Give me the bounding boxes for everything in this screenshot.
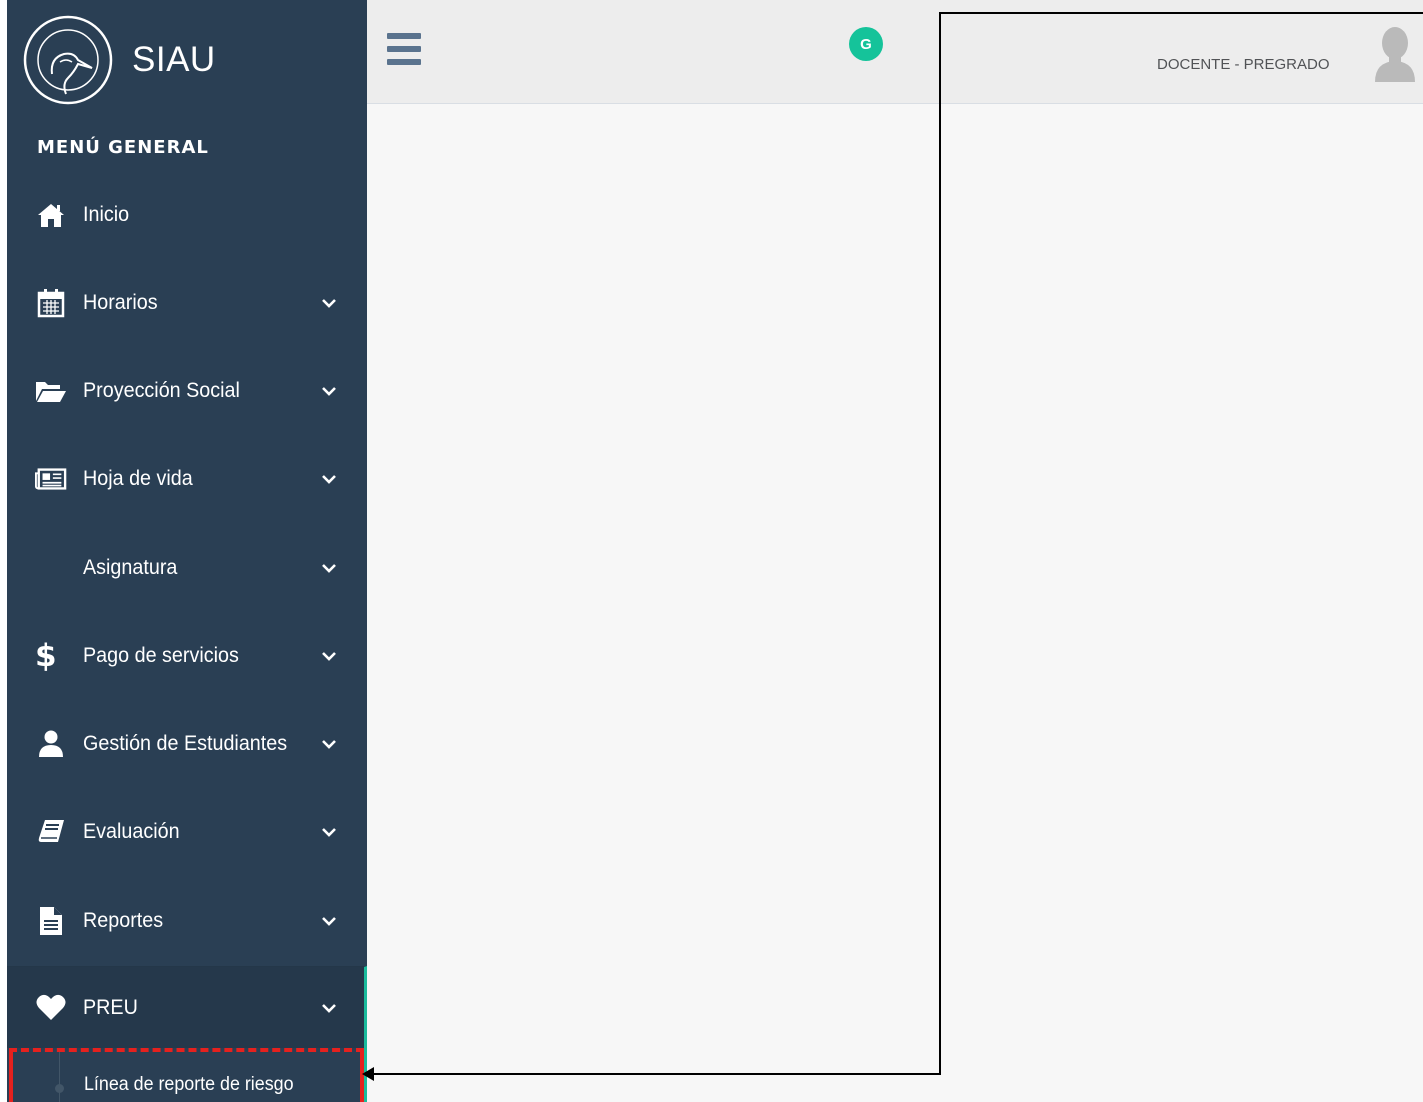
outer-strip — [0, 0, 7, 1102]
sidebar-item-reportes[interactable]: Reportes — [7, 877, 367, 965]
home-icon — [35, 199, 67, 231]
annotation-arrow-icon — [362, 1067, 374, 1081]
highlight-box — [9, 1048, 364, 1102]
sidebar-item-label: Evaluación — [83, 820, 180, 843]
chevron-down-icon — [322, 475, 336, 484]
sidebar-item-label: Proyección Social — [83, 379, 240, 402]
sidebar: SIAU MENÚ GENERAL Inicio Horarios Proyec… — [0, 0, 367, 1102]
book-icon — [35, 816, 67, 848]
menu-heading: MENÚ GENERAL — [37, 137, 209, 158]
submenu-linea-de-reporte-de-riesgo[interactable]: Línea de reporte de riesgo — [7, 1048, 367, 1102]
chevron-down-icon — [322, 299, 336, 308]
annotation-callout-line — [372, 1073, 941, 1075]
chevron-down-icon — [322, 564, 336, 573]
app-title: SIAU — [132, 39, 216, 79]
folder-open-icon — [35, 375, 67, 407]
newspaper-icon — [35, 463, 67, 495]
chevron-down-icon — [322, 1003, 336, 1013]
chevron-down-icon — [322, 917, 336, 926]
sidebar-item-inicio[interactable]: Inicio — [7, 171, 367, 259]
grammarly-badge[interactable]: G — [849, 27, 883, 61]
calendar-icon — [35, 287, 67, 319]
sidebar-item-label: Asignatura — [83, 556, 178, 579]
unillanos-logo — [23, 15, 113, 104]
annotation-callout-box — [939, 12, 1423, 1075]
sidebar-item-preu[interactable]: PREU — [7, 966, 367, 1048]
menu-toggle-icon[interactable] — [387, 33, 421, 67]
sidebar-item-label: Reportes — [83, 909, 164, 932]
sidebar-item-asignatura[interactable]: Asignatura — [7, 524, 367, 612]
user-icon — [35, 728, 67, 760]
sidebar-item-label: Gestión de Estudiantes — [83, 732, 288, 755]
sidebar-item-label: Horarios — [83, 291, 158, 314]
sidebar-item-evaluacion[interactable]: Evaluación — [7, 788, 367, 876]
dollar-icon: $ — [35, 638, 57, 674]
chevron-down-icon — [322, 387, 336, 396]
sidebar-item-label: PREU — [83, 995, 138, 1019]
sidebar-item-label: Inicio — [83, 203, 130, 226]
sidebar-item-label: Pago de servicios — [83, 644, 239, 667]
sidebar-item-label: Hoja de vida — [83, 467, 193, 490]
sidebar-item-proyeccion-social[interactable]: Proyección Social — [7, 347, 367, 435]
chevron-down-icon — [322, 652, 336, 661]
sidebar-item-pago-de-servicios[interactable]: $ Pago de servicios — [7, 612, 367, 700]
chevron-down-icon — [322, 740, 336, 749]
sidebar-item-gestion-de-estudiantes[interactable]: Gestión de Estudiantes — [7, 700, 367, 788]
file-text-icon — [35, 905, 67, 937]
chevron-down-icon — [322, 828, 336, 837]
sidebar-item-horarios[interactable]: Horarios — [7, 259, 367, 347]
sidebar-item-hoja-de-vida[interactable]: Hoja de vida — [7, 435, 367, 523]
heart-icon — [35, 992, 67, 1024]
brand[interactable]: SIAU — [22, 12, 216, 107]
